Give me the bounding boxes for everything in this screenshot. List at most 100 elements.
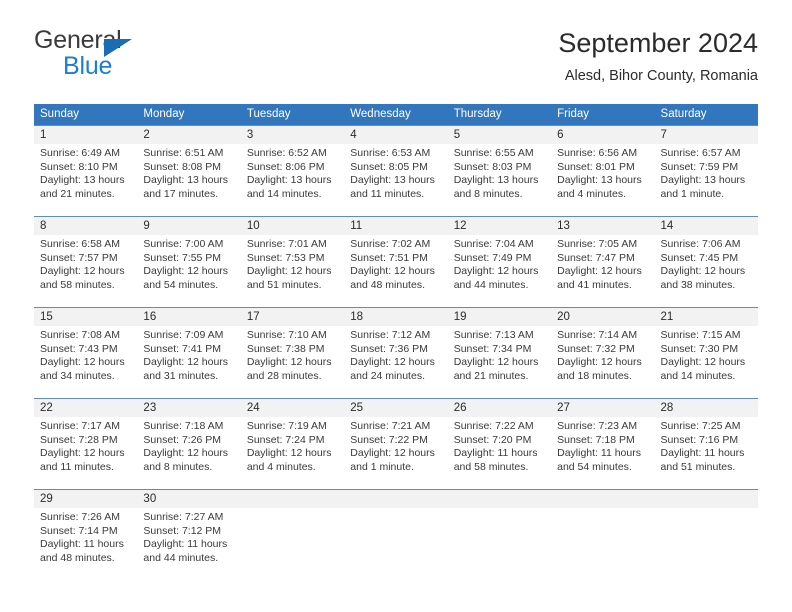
daylight-text-line2: and 31 minutes. (143, 369, 219, 382)
day-number[interactable]: 22 (34, 399, 137, 417)
day-number[interactable]: 8 (34, 217, 137, 235)
daylight-text-line2: and 18 minutes. (557, 369, 632, 382)
day-number[interactable]: 24 (241, 399, 344, 417)
day-cell[interactable]: Sunrise: 6:49 AM Sunset: 8:10 PM Dayligh… (34, 144, 137, 216)
day-cell[interactable]: Sunrise: 7:13 AM Sunset: 7:34 PM Dayligh… (448, 326, 551, 398)
sunrise-text: Sunrise: 6:51 AM (143, 147, 224, 159)
daylight-text-line1: Daylight: 12 hours (660, 356, 746, 369)
day-cell[interactable]: Sunrise: 7:23 AM Sunset: 7:18 PM Dayligh… (551, 417, 654, 489)
day-cell[interactable]: Sunrise: 6:52 AM Sunset: 8:06 PM Dayligh… (241, 144, 344, 216)
day-cell[interactable]: Sunrise: 7:09 AM Sunset: 7:41 PM Dayligh… (137, 326, 240, 398)
sunset-text: Sunset: 7:36 PM (350, 342, 428, 355)
day-cell[interactable]: Sunrise: 7:05 AM Sunset: 7:47 PM Dayligh… (551, 235, 654, 307)
day-number[interactable]: 4 (344, 126, 447, 144)
day-cell[interactable]: Sunrise: 7:02 AM Sunset: 7:51 PM Dayligh… (344, 235, 447, 307)
day-number[interactable]: 19 (448, 308, 551, 326)
day-cell[interactable]: Sunrise: 6:55 AM Sunset: 8:03 PM Dayligh… (448, 144, 551, 216)
day-cell[interactable]: Sunrise: 7:25 AM Sunset: 7:16 PM Dayligh… (655, 417, 758, 489)
day-cell[interactable]: Sunrise: 6:51 AM Sunset: 8:08 PM Dayligh… (137, 144, 240, 216)
weekday-header-friday: Friday (557, 108, 590, 120)
day-number[interactable]: 5 (448, 126, 551, 144)
sunset-text: Sunset: 8:10 PM (40, 160, 118, 173)
day-number[interactable]: 15 (34, 308, 137, 326)
page-title: September 2024 (558, 28, 758, 58)
day-cell[interactable]: Sunrise: 7:22 AM Sunset: 7:20 PM Dayligh… (448, 417, 551, 489)
sunrise-text: Sunrise: 6:58 AM (40, 238, 120, 250)
day-cell[interactable]: Sunrise: 6:56 AM Sunset: 8:01 PM Dayligh… (551, 144, 654, 216)
day-cell[interactable]: Sunrise: 7:12 AM Sunset: 7:36 PM Dayligh… (344, 326, 447, 398)
day-number[interactable]: 1 (34, 126, 137, 144)
day-cell[interactable]: Sunrise: 7:04 AM Sunset: 7:49 PM Dayligh… (448, 235, 551, 307)
day-number[interactable]: 11 (344, 217, 447, 235)
daylight-text-line1: Daylight: 12 hours (453, 356, 539, 369)
daylight-text-line1: Daylight: 13 hours (40, 174, 125, 187)
sunset-text: Sunset: 8:06 PM (246, 160, 325, 173)
daylight-text-line1: Daylight: 11 hours (40, 538, 124, 551)
sunset-text: Sunset: 8:08 PM (143, 160, 222, 173)
sunset-text: Sunset: 7:26 PM (143, 433, 222, 446)
day-cell[interactable]: Sunrise: 7:27 AM Sunset: 7:12 PM Dayligh… (137, 508, 240, 580)
weekday-header-sunday: Sunday (40, 108, 80, 120)
sunrise-text: Sunrise: 7:10 AM (246, 329, 327, 341)
day-cell[interactable]: Sunrise: 7:01 AM Sunset: 7:53 PM Dayligh… (241, 235, 344, 307)
sunrise-text: Sunrise: 7:05 AM (557, 238, 638, 250)
day-cell[interactable]: Sunrise: 6:58 AM Sunset: 7:57 PM Dayligh… (34, 235, 137, 307)
day-number[interactable]: 23 (137, 399, 240, 417)
day-cell[interactable]: Sunrise: 7:00 AM Sunset: 7:55 PM Dayligh… (137, 235, 240, 307)
day-cell[interactable]: Sunrise: 7:10 AM Sunset: 7:38 PM Dayligh… (241, 326, 344, 398)
sunrise-text: Sunrise: 6:56 AM (557, 147, 638, 159)
day-cell[interactable]: Sunrise: 7:14 AM Sunset: 7:32 PM Dayligh… (551, 326, 654, 398)
week-row: 8 9 10 11 12 13 14 Sunrise: 6:58 AM Suns… (34, 216, 758, 307)
daylight-text-line2: and 41 minutes. (557, 278, 632, 291)
day-cell[interactable]: Sunrise: 7:06 AM Sunset: 7:45 PM Dayligh… (655, 235, 758, 307)
day-cell[interactable]: Sunrise: 7:15 AM Sunset: 7:30 PM Dayligh… (655, 326, 758, 398)
week-daynumber-band: 22 23 24 25 26 27 28 (34, 399, 758, 417)
day-cell-empty (655, 508, 758, 580)
day-number[interactable]: 3 (241, 126, 344, 144)
daylight-text-line1: Daylight: 12 hours (143, 265, 229, 278)
daylight-text-line2: and 14 minutes. (660, 369, 736, 382)
day-number[interactable]: 26 (448, 399, 551, 417)
day-number[interactable]: 20 (551, 308, 654, 326)
day-cell[interactable]: Sunrise: 7:21 AM Sunset: 7:22 PM Dayligh… (344, 417, 447, 489)
day-cell[interactable]: Sunrise: 6:53 AM Sunset: 8:05 PM Dayligh… (344, 144, 447, 216)
day-number[interactable]: 30 (137, 490, 240, 508)
daylight-text-line2: and 11 minutes. (350, 187, 425, 200)
day-number[interactable]: 12 (448, 217, 551, 235)
day-number[interactable]: 16 (137, 308, 240, 326)
day-number[interactable]: 14 (655, 217, 758, 235)
day-number[interactable]: 21 (655, 308, 758, 326)
day-number[interactable]: 9 (137, 217, 240, 235)
generalblue-logo[interactable]: General Blue (34, 26, 294, 88)
daylight-text-line1: Daylight: 12 hours (246, 265, 332, 278)
daylight-text-line2: and 54 minutes. (143, 278, 219, 291)
sunrise-text: Sunrise: 7:27 AM (143, 511, 224, 523)
day-number[interactable]: 13 (551, 217, 654, 235)
day-cell[interactable]: Sunrise: 7:19 AM Sunset: 7:24 PM Dayligh… (241, 417, 344, 489)
day-number[interactable]: 10 (241, 217, 344, 235)
day-number[interactable]: 7 (655, 126, 758, 144)
day-cell[interactable]: Sunrise: 7:17 AM Sunset: 7:28 PM Dayligh… (34, 417, 137, 489)
day-cell[interactable]: Sunrise: 7:26 AM Sunset: 7:14 PM Dayligh… (34, 508, 137, 580)
daylight-text-line2: and 8 minutes. (453, 187, 523, 200)
day-number[interactable]: 18 (344, 308, 447, 326)
sunrise-text: Sunrise: 7:23 AM (557, 420, 638, 432)
week-row: 22 23 24 25 26 27 28 Sunrise: 7:17 AM Su… (34, 398, 758, 489)
day-number[interactable]: 29 (34, 490, 137, 508)
daylight-text-line2: and 54 minutes. (557, 460, 632, 473)
sunrise-text: Sunrise: 7:26 AM (40, 511, 120, 523)
sunset-text: Sunset: 7:34 PM (453, 342, 532, 355)
day-number[interactable]: 28 (655, 399, 758, 417)
day-number[interactable]: 25 (344, 399, 447, 417)
day-cell[interactable]: Sunrise: 6:57 AM Sunset: 7:59 PM Dayligh… (655, 144, 758, 216)
day-number[interactable]: 6 (551, 126, 654, 144)
day-number[interactable]: 27 (551, 399, 654, 417)
sunrise-text: Sunrise: 6:53 AM (350, 147, 431, 159)
weekday-header-monday: Monday (143, 108, 185, 120)
day-number[interactable]: 2 (137, 126, 240, 144)
day-number[interactable]: 17 (241, 308, 344, 326)
daylight-text-line2: and 1 minute. (660, 187, 725, 200)
sunrise-text: Sunrise: 7:01 AM (246, 238, 327, 250)
day-cell[interactable]: Sunrise: 7:08 AM Sunset: 7:43 PM Dayligh… (34, 326, 137, 398)
day-cell[interactable]: Sunrise: 7:18 AM Sunset: 7:26 PM Dayligh… (137, 417, 240, 489)
